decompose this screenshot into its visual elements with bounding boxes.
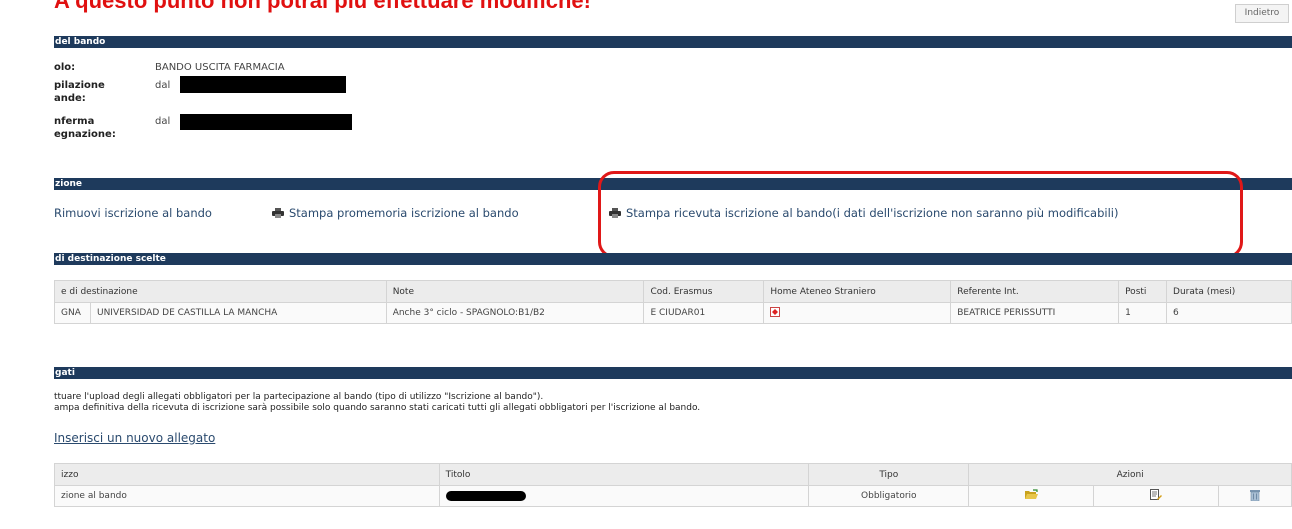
table-row: zione al bando Obbligatorio xyxy=(54,485,1292,507)
attachments-table: izzo Titolo Tipo Azioni zione al bando O… xyxy=(54,463,1292,507)
cell-country: GNA xyxy=(54,302,91,324)
trash-icon[interactable] xyxy=(1250,489,1260,501)
conferma-value: dal xyxy=(155,116,171,127)
titolo-value: BANDO USCITA FARMACIA xyxy=(155,62,285,73)
cell-action-delete xyxy=(1218,485,1292,507)
header-erasmus: Cod. Erasmus xyxy=(643,280,765,303)
header-referente: Referente Int. xyxy=(950,280,1120,303)
section-bar-bando: del bando xyxy=(54,36,1292,48)
compilazione-value: dal xyxy=(155,80,171,91)
add-attachment-link[interactable]: Inserisci un nuovo allegato xyxy=(54,431,215,445)
header-posti: Posti xyxy=(1118,280,1168,303)
printer-icon xyxy=(272,208,284,218)
cell-durata: 6 xyxy=(1166,302,1292,324)
cell-titolo xyxy=(438,485,810,507)
cell-utilizzo: zione al bando xyxy=(54,485,440,507)
remove-registration-link[interactable]: Rimuovi iscrizione al bando xyxy=(54,206,212,220)
table-row: GNA UNIVERSIDAD DE CASTILLA LA MANCHA An… xyxy=(54,302,1292,324)
table-header-row: e di destinazione Note Cod. Erasmus Home… xyxy=(54,280,1292,303)
header-home-ateneo: Home Ateneo Straniero xyxy=(763,280,952,303)
section-bar-destinazioni: di destinazione scelte xyxy=(54,253,1292,265)
cell-home-ateneo xyxy=(763,302,952,324)
cell-erasmus: E CIUDAR01 xyxy=(643,302,765,324)
header-destination: e di destinazione xyxy=(54,280,387,303)
allegati-info-1: ttuare l'upload degli allegati obbligato… xyxy=(54,392,544,402)
edit-document-icon[interactable] xyxy=(1150,488,1163,501)
cell-action-open xyxy=(968,485,1095,507)
section-bar-allegati: gati xyxy=(54,367,1292,379)
conferma-label-1: nferma xyxy=(54,116,95,127)
open-folder-icon[interactable] xyxy=(1024,489,1038,500)
header-note: Note xyxy=(385,280,645,303)
cell-university: UNIVERSIDAD DE CASTILLA LA MANCHA xyxy=(89,302,387,324)
back-button[interactable]: Indietro xyxy=(1235,4,1289,23)
home-page-icon[interactable] xyxy=(770,306,781,317)
redacted-title xyxy=(445,491,526,501)
compilazione-label-2: ande: xyxy=(54,93,86,104)
header-azioni: Azioni xyxy=(968,463,1292,486)
redacted-date-1 xyxy=(180,76,346,93)
cell-note: Anche 3° ciclo - SPAGNOLO:B1/B2 xyxy=(385,302,645,324)
print-reminder-link[interactable]: Stampa promemoria iscrizione al bando xyxy=(272,206,519,220)
cell-posti: 1 xyxy=(1118,302,1168,324)
destinations-table: e di destinazione Note Cod. Erasmus Home… xyxy=(54,280,1292,324)
warning-heading: A questo punto non potrai più effettuare… xyxy=(54,0,591,13)
highlight-annotation xyxy=(598,171,1243,258)
header-tipo: Tipo xyxy=(808,463,970,486)
cell-referente: BEATRICE PERISSUTTI xyxy=(950,302,1120,324)
allegati-info-2: ampa definitiva della ricevuta di iscriz… xyxy=(54,403,701,413)
cell-tipo: Obbligatorio xyxy=(808,485,970,507)
table-header-row: izzo Titolo Tipo Azioni xyxy=(54,463,1292,486)
header-utilizzo: izzo xyxy=(54,463,440,486)
header-durata: Durata (mesi) xyxy=(1166,280,1292,303)
print-reminder-label: Stampa promemoria iscrizione al bando xyxy=(289,206,519,220)
conferma-label-2: egnazione: xyxy=(54,129,116,140)
cell-action-edit xyxy=(1093,485,1220,507)
titolo-label: olo: xyxy=(54,62,76,73)
redacted-date-2 xyxy=(180,114,352,130)
compilazione-label-1: pilazione xyxy=(54,80,105,91)
header-titolo: Titolo xyxy=(438,463,810,486)
